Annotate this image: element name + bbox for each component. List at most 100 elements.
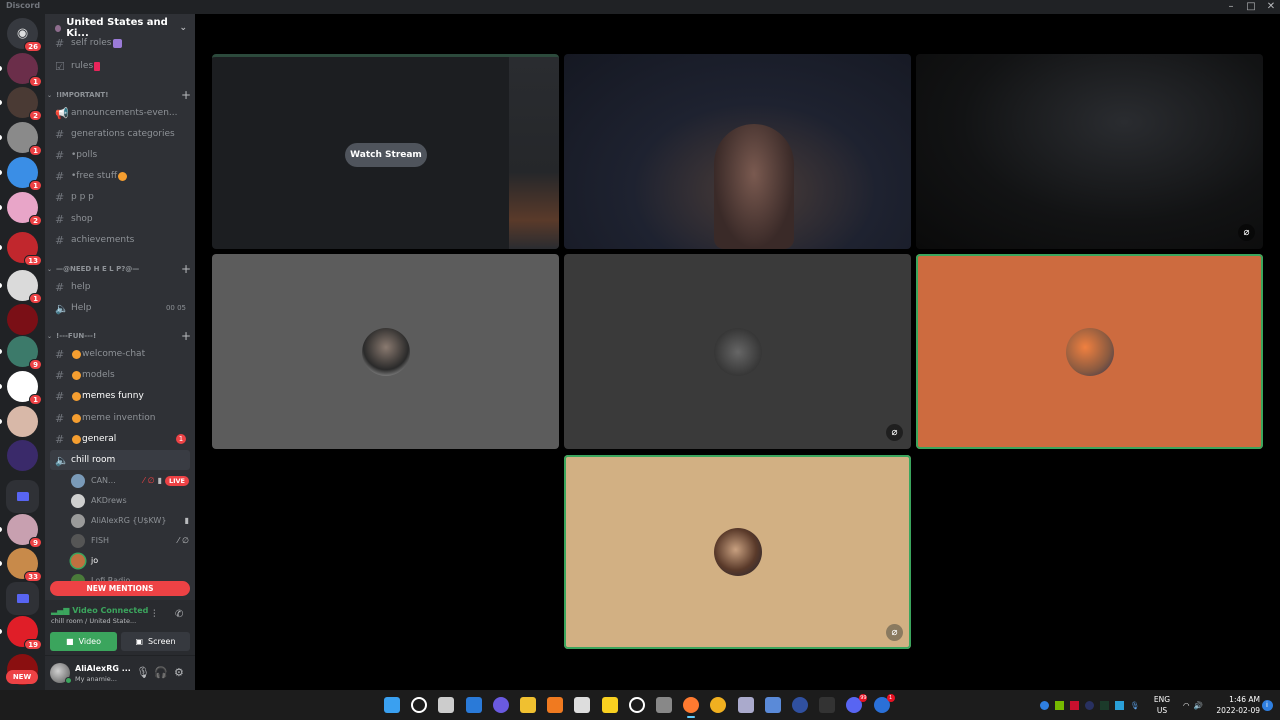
new-mentions-button[interactable]: NEW MENTIONS	[50, 581, 190, 596]
ball-app-icon[interactable]	[792, 697, 808, 713]
server-1-icon[interactable]: 1	[0, 53, 42, 87]
network-app-icon[interactable]	[764, 697, 781, 713]
channel-memes-funny[interactable]: # memes funny	[50, 386, 190, 406]
server-14-icon[interactable]: 33	[0, 548, 42, 582]
video-button[interactable]: ■ Video	[50, 632, 117, 651]
server-8-icon[interactable]	[7, 304, 38, 335]
system-tray-icons[interactable]: 🎙	[1040, 690, 1140, 720]
tray-app-icon[interactable]	[1040, 700, 1050, 710]
channel-general[interactable]: # general 1	[50, 429, 190, 449]
channel-rules[interactable]: ☑ rules	[50, 56, 190, 76]
server-9-icon[interactable]: 9	[0, 336, 42, 370]
clock[interactable]: 1:46 AM 2022-02-09	[1210, 690, 1260, 720]
app-unknown-icon[interactable]	[656, 697, 672, 713]
channel-achievements[interactable]: # achievements	[50, 230, 190, 250]
avatar-tile-jo[interactable]	[916, 254, 1263, 449]
server-gc-icon[interactable]: 9	[0, 514, 42, 548]
camera-tile-2[interactable]: ⌀	[916, 54, 1263, 249]
search-tool-icon[interactable]	[547, 697, 564, 713]
user-avatar	[71, 513, 85, 528]
nvidia-icon[interactable]	[1055, 700, 1065, 710]
channel-polls[interactable]: # •polls	[50, 145, 190, 165]
start-icon[interactable]	[384, 697, 400, 713]
channel-self-roles[interactable]: # self roles	[50, 36, 190, 50]
category-important[interactable]: ⌄ !IMPORTANT! +	[47, 88, 191, 102]
discord-icon[interactable]: 99	[846, 694, 868, 713]
teams-chat-icon[interactable]	[492, 697, 509, 713]
server-12-icon[interactable]	[7, 440, 38, 471]
voice-user[interactable]: jo	[71, 551, 189, 570]
server-4-icon[interactable]: 1	[0, 157, 42, 191]
microphone-tray-icon[interactable]: 🎙	[1130, 700, 1140, 711]
sticky-notes-icon[interactable]	[601, 697, 618, 713]
voice-user[interactable]: AKDrews	[71, 491, 189, 510]
home-button[interactable]: ◉ 26	[7, 18, 42, 52]
terminal-icon[interactable]	[819, 697, 836, 713]
channel-free-stuff[interactable]: # •free stuff	[50, 166, 190, 186]
firefox-icon[interactable]	[683, 697, 700, 718]
voice-user[interactable]: FISH ⁄ ∅	[71, 531, 189, 550]
add-channel-icon[interactable]: +	[181, 88, 191, 102]
settings-icon[interactable]	[737, 697, 754, 713]
voice-channel-help[interactable]: 🔈 Help 00 05	[50, 298, 190, 318]
server-15-icon[interactable]: 19	[0, 616, 42, 650]
server-11-icon[interactable]	[0, 406, 38, 437]
channel-generations-categories[interactable]: # generations categories	[50, 124, 190, 144]
avatar-tile-akdrews[interactable]	[212, 254, 559, 449]
camera-tile-1[interactable]	[564, 54, 911, 249]
task-view-icon[interactable]	[438, 697, 455, 713]
tray-app-icon[interactable]	[1085, 700, 1095, 710]
tray-app-icon[interactable]	[1115, 700, 1125, 710]
channel-shop[interactable]: # shop	[50, 209, 190, 229]
search-icon[interactable]	[411, 697, 428, 713]
file-explorer-icon[interactable]	[520, 697, 536, 713]
channel-meme-invention[interactable]: # meme invention	[50, 408, 190, 428]
channel-welcome-chat[interactable]: # welcome-chat	[50, 344, 190, 364]
notifications-button[interactable]: i	[1260, 690, 1274, 720]
avatar-tile-lofi[interactable]: ⌀	[564, 455, 911, 649]
edge-app-icon[interactable]: 1	[873, 694, 895, 713]
new-unreads-pill[interactable]: NEW	[6, 670, 38, 684]
user-avatar[interactable]	[50, 663, 72, 684]
server-10-icon[interactable]: 1	[0, 371, 42, 405]
channel-help[interactable]: # help	[50, 277, 190, 297]
category-need-help[interactable]: ⌄ —@NEED H E L P?@— +	[47, 262, 191, 276]
watch-stream-button[interactable]: Watch Stream	[345, 143, 427, 167]
settings-gear-icon[interactable]: ⚙	[174, 666, 184, 679]
server-folder[interactable]	[6, 582, 39, 615]
drive-icon[interactable]	[574, 697, 591, 713]
voice-channel-chill-room[interactable]: 🔈 chill room	[50, 450, 190, 470]
stream-tile[interactable]: Watch Stream	[212, 54, 559, 249]
microphone-icon[interactable]: 🎙	[136, 666, 150, 679]
minimize-button[interactable]: –	[1222, 0, 1240, 14]
server-7-icon[interactable]: 1	[0, 270, 42, 304]
maximize-button[interactable]: □	[1242, 0, 1260, 14]
screen-share-button[interactable]: ▣ Screen	[121, 632, 190, 651]
server-folder[interactable]	[6, 480, 39, 513]
channel-ppp[interactable]: # p p p	[50, 187, 190, 207]
tray-app-icon[interactable]	[1100, 700, 1110, 710]
add-channel-icon[interactable]: +	[181, 329, 191, 343]
widgets-icon[interactable]	[465, 697, 482, 713]
noise-suppression-icon[interactable]: ⫶	[153, 609, 156, 620]
category-fun[interactable]: ⌄ !---FUN---! +	[47, 329, 191, 343]
server-3-icon[interactable]: 1	[0, 122, 42, 156]
channel-models[interactable]: # models	[50, 365, 190, 385]
voice-user[interactable]: CAN... ⁄ ∅ ▮ LIVE	[71, 471, 189, 490]
connection-location[interactable]: chill room / United State...	[51, 617, 136, 625]
headphones-icon[interactable]: 🎧	[154, 666, 168, 679]
channel-announcements[interactable]: 📢 announcements-even...	[50, 103, 190, 123]
add-channel-icon[interactable]: +	[181, 262, 191, 276]
close-button[interactable]: ✕	[1262, 0, 1280, 14]
tray-app-icon[interactable]	[1070, 700, 1080, 710]
logitech-g-hub-icon[interactable]	[628, 697, 645, 713]
avatar-tile-fish[interactable]: ⌀	[564, 254, 911, 449]
server-5-icon[interactable]: 2	[0, 192, 42, 226]
voice-user[interactable]: AliAlexRG {U$KW} ▮	[71, 511, 189, 530]
disconnect-icon[interactable]: ✆	[175, 609, 183, 620]
server-6-icon[interactable]: 13	[0, 232, 42, 266]
server-2-icon[interactable]: 2	[0, 87, 42, 121]
network-volume-tray[interactable]: ◠ 🔊	[1178, 690, 1208, 720]
emoji-app-icon[interactable]	[710, 697, 727, 713]
language-indicator[interactable]: ENG US	[1150, 690, 1174, 720]
